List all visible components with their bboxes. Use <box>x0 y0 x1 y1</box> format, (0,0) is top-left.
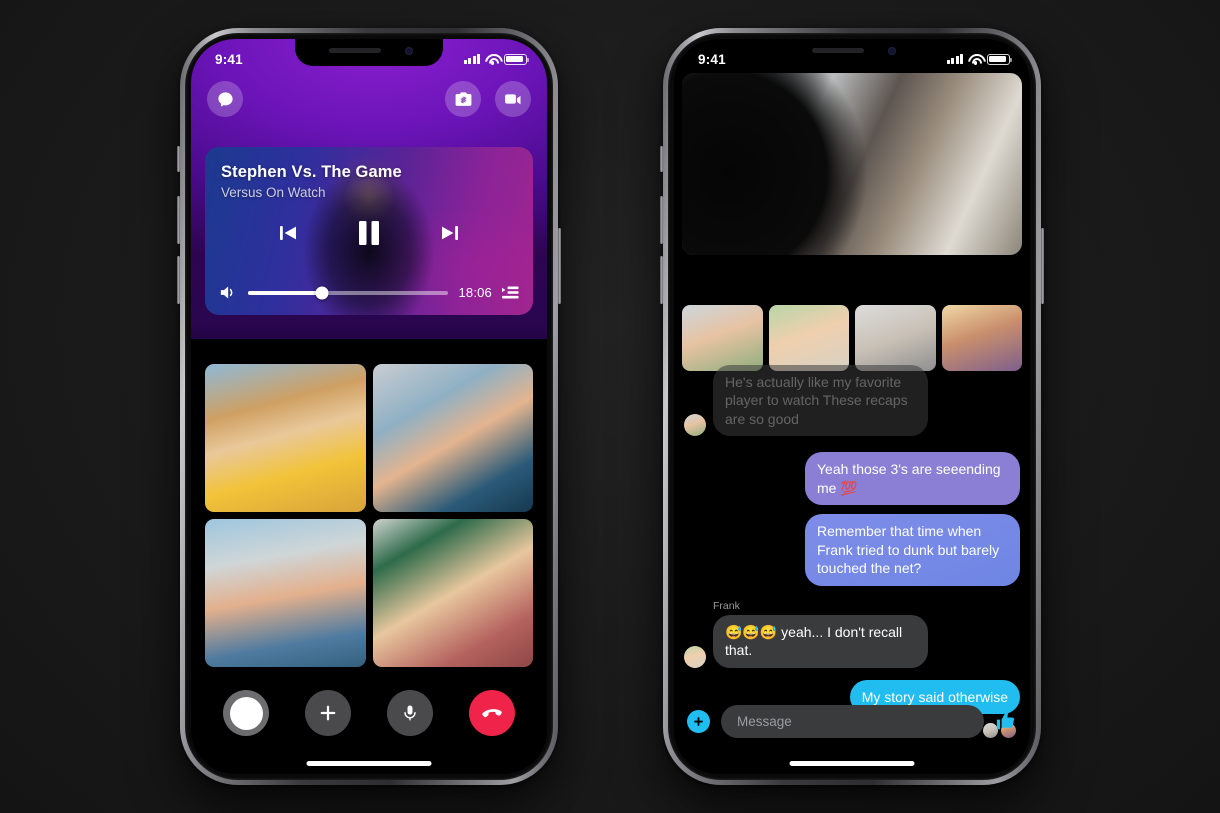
volume-up-button[interactable] <box>177 196 180 244</box>
message-row: He's actually like my favorite player to… <box>684 365 1020 437</box>
call-controls-bar <box>191 690 547 736</box>
power-button[interactable] <box>1041 228 1044 304</box>
front-camera <box>405 47 413 55</box>
message-bubble[interactable]: He's actually like my favorite player to… <box>713 365 928 437</box>
message-list: He's actually like my favorite player to… <box>674 365 1030 739</box>
status-time: 9:41 <box>698 51 726 67</box>
participant-grid <box>205 364 533 667</box>
shutter-icon <box>229 696 263 730</box>
call-header <box>191 81 547 117</box>
volume-down-button[interactable] <box>660 256 663 304</box>
hero-video-tile[interactable] <box>682 73 1022 255</box>
participant-tile[interactable] <box>372 364 533 512</box>
hero-video-frame <box>682 73 1022 255</box>
video-camera-icon[interactable] <box>495 81 531 117</box>
thumbnail-strip <box>682 305 1022 371</box>
message-row: Yeah those 3's are seeending me 💯 <box>684 452 1020 506</box>
left-phone-device: 9:41 Stephen Vs. The Game Versus On Watc… <box>177 28 561 785</box>
thumbnail-4[interactable] <box>941 305 1022 371</box>
status-time: 9:41 <box>215 51 243 67</box>
participant-video <box>372 364 533 512</box>
thumbnail-2[interactable] <box>768 305 849 371</box>
progress-fill <box>248 290 323 295</box>
chat-bubble-icon[interactable] <box>207 81 243 117</box>
participant-tile[interactable] <box>205 364 366 512</box>
silent-switch[interactable] <box>177 146 180 172</box>
thumbs-up-icon[interactable] <box>995 710 1017 732</box>
right-phone-screen: 9:41 He's actually like my favorite play… <box>674 39 1030 774</box>
avatar[interactable] <box>684 414 706 437</box>
status-indicators <box>946 53 1013 65</box>
message-row: Remember that time when Frank tried to d… <box>684 514 1020 586</box>
thumbnail-1[interactable] <box>682 305 763 371</box>
end-call-icon <box>482 709 502 718</box>
right-phone-device: 9:41 He's actually like my favorite play… <box>660 28 1044 785</box>
silent-switch[interactable] <box>660 146 663 172</box>
battery-icon <box>504 53 530 65</box>
participant-video <box>205 519 366 667</box>
volume-up-button[interactable] <box>660 196 663 244</box>
front-camera <box>888 47 896 55</box>
participant-tile[interactable] <box>205 519 366 667</box>
participant-video <box>372 519 533 667</box>
power-button[interactable] <box>558 228 561 304</box>
signal-bars-icon <box>946 54 963 64</box>
wifi-icon <box>485 54 499 65</box>
message-bubble[interactable]: 😅😅😅 yeah... I don't recall that. <box>713 614 928 668</box>
add-participant-button[interactable] <box>305 690 351 736</box>
participant-video <box>205 364 366 512</box>
player-subtitle: Versus On Watch <box>221 185 326 200</box>
player-progress-slider[interactable] <box>248 286 449 299</box>
status-indicators <box>463 53 530 65</box>
plus-circle-icon[interactable] <box>687 709 710 733</box>
volume-down-button[interactable] <box>177 256 180 304</box>
call-header-actions <box>445 81 531 117</box>
pause-icon[interactable] <box>356 219 382 247</box>
notch <box>295 39 443 66</box>
mute-button[interactable] <box>387 690 433 736</box>
home-indicator[interactable] <box>789 761 915 766</box>
avatar[interactable] <box>684 645 706 668</box>
earpiece-speaker <box>812 48 864 53</box>
signal-bars-icon <box>463 54 480 64</box>
volume-icon[interactable] <box>219 284 238 301</box>
left-phone-screen: 9:41 Stephen Vs. The Game Versus On Watc… <box>191 39 547 774</box>
flip-camera-icon[interactable] <box>445 81 481 117</box>
notch <box>778 39 926 66</box>
chat-screen: 9:41 He's actually like my favorite play… <box>674 39 1030 774</box>
message-bubble[interactable]: Remember that time when Frank tried to d… <box>805 514 1020 586</box>
player-progress-row: 18:06 <box>219 284 519 301</box>
wifi-icon <box>968 54 982 65</box>
earpiece-speaker <box>329 48 381 53</box>
home-indicator[interactable] <box>306 761 432 766</box>
battery-icon <box>987 53 1013 65</box>
player-title: Stephen Vs. The Game <box>221 163 402 181</box>
player-time-remaining: 18:06 <box>458 285 492 300</box>
video-call-screen: 9:41 Stephen Vs. The Game Versus On Watc… <box>191 39 547 774</box>
participant-tile[interactable] <box>372 519 533 667</box>
screenshot-root: 9:41 Stephen Vs. The Game Versus On Watc… <box>0 0 1220 813</box>
end-call-button[interactable] <box>469 690 515 736</box>
message-row: 😅😅😅 yeah... I don't recall that. <box>684 614 1020 668</box>
player-transport-controls <box>205 219 533 247</box>
message-input[interactable] <box>721 704 984 738</box>
skip-next-icon[interactable] <box>438 221 462 245</box>
skip-previous-icon[interactable] <box>276 221 300 245</box>
message-sender-name: Frank <box>713 599 740 612</box>
camera-shutter-button[interactable] <box>223 690 269 736</box>
media-player-card[interactable]: Stephen Vs. The Game Versus On Watch 18:… <box>205 147 533 315</box>
progress-knob[interactable] <box>315 286 329 299</box>
thumbnail-3[interactable] <box>855 305 936 371</box>
microphone-icon <box>404 705 416 721</box>
message-composer <box>674 698 1030 744</box>
play-queue-icon[interactable] <box>502 285 519 300</box>
message-group: Frank 😅😅😅 yeah... I don't recall that. <box>684 600 1020 668</box>
message-bubble[interactable]: Yeah those 3's are seeending me 💯 <box>805 452 1020 506</box>
plus-icon <box>320 705 336 721</box>
